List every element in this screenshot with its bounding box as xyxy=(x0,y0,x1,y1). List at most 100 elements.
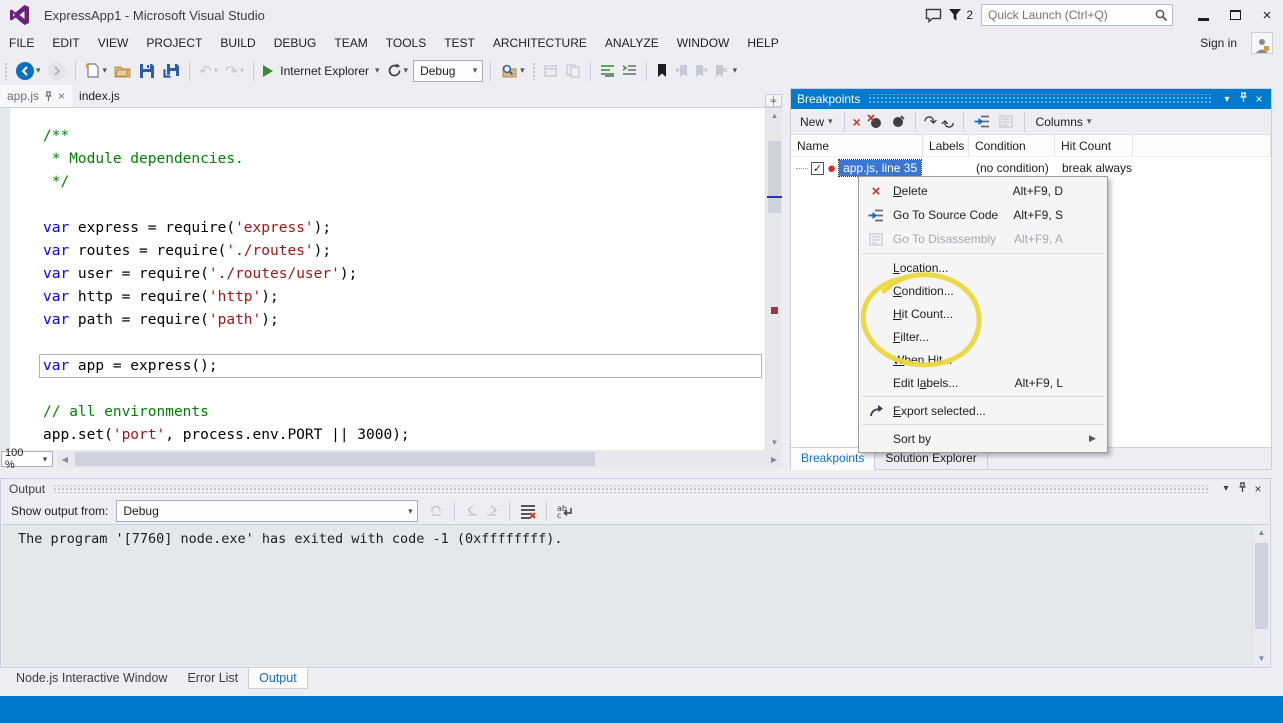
output-source-combo[interactable]: Debug ▾ xyxy=(116,500,418,522)
scroll-left-button[interactable]: ◀ xyxy=(57,455,73,464)
menu-item-delete[interactable]: ×DeleteAlt+F9, D xyxy=(859,179,1107,203)
save-button[interactable] xyxy=(137,59,157,83)
quick-launch-box[interactable] xyxy=(981,4,1173,26)
toolbar-grip[interactable] xyxy=(532,62,537,80)
menu-build[interactable]: BUILD xyxy=(211,30,264,56)
go-to-source-code-button[interactable] xyxy=(972,110,992,134)
window-position-dropdown-icon[interactable]: ▾ xyxy=(1219,94,1235,105)
output-vertical-scrollbar[interactable]: ▲ ▼ xyxy=(1252,525,1269,666)
window-tab-output[interactable]: Output xyxy=(248,668,308,689)
tab-index-js[interactable]: index.js xyxy=(72,85,127,107)
dropdown-arrow-icon[interactable]: ▾ xyxy=(36,65,41,76)
menu-file[interactable]: FILE xyxy=(0,30,43,56)
breakpoint-margin[interactable] xyxy=(0,108,10,450)
menu-debug[interactable]: DEBUG xyxy=(265,30,326,56)
sign-in-button[interactable]: Sign in xyxy=(1200,36,1237,50)
quick-launch-input[interactable] xyxy=(988,8,1154,22)
close-tab-icon[interactable]: × xyxy=(58,89,65,103)
splitter-handle[interactable]: ╪ xyxy=(765,94,782,107)
menu-item-sort-by[interactable]: Sort by▶ xyxy=(859,427,1107,450)
navigate-backward-button[interactable]: ▾ xyxy=(14,59,43,83)
scroll-right-button[interactable]: ▶ xyxy=(766,455,782,464)
menu-tools[interactable]: TOOLS xyxy=(377,30,435,56)
new-file-button[interactable]: ▾ xyxy=(83,59,110,83)
menu-item-filter[interactable]: Filter... xyxy=(859,325,1107,348)
menu-team[interactable]: TEAM xyxy=(325,30,376,56)
toolbar-grip[interactable] xyxy=(4,62,9,80)
editor-horizontal-scrollbar[interactable]: ◀ ▶ xyxy=(57,450,782,468)
minimize-button[interactable] xyxy=(1187,0,1219,30)
import-breakpoints-icon[interactable]: ↶ xyxy=(941,112,954,132)
code-area[interactable]: /** * Module dependencies. */ var expres… xyxy=(10,108,765,450)
pin-icon[interactable] xyxy=(44,91,53,102)
open-file-button[interactable] xyxy=(112,59,134,83)
menu-item-location[interactable]: Location... xyxy=(859,256,1107,279)
comment-lines-button[interactable] xyxy=(598,59,617,83)
window-tab-node.js-interactive-window[interactable]: Node.js Interactive Window xyxy=(6,668,177,688)
close-button[interactable]: × xyxy=(1251,0,1283,30)
delete-breakpoint-button[interactable]: × xyxy=(853,114,861,130)
scroll-up-button[interactable]: ▲ xyxy=(1253,525,1270,540)
dropdown-arrow-icon[interactable]: ▾ xyxy=(103,65,108,76)
feedback-icon[interactable] xyxy=(920,2,946,28)
toolbar-overflow-icon[interactable]: ▾ xyxy=(733,65,738,76)
breakpoints-title-bar[interactable]: Breakpoints ▾ × xyxy=(791,89,1271,109)
user-avatar-icon[interactable] xyxy=(1251,32,1273,54)
columns-button[interactable]: Columns ▾ xyxy=(1033,115,1095,129)
output-title-bar[interactable]: Output ▾ × xyxy=(1,479,1270,498)
close-panel-icon[interactable]: × xyxy=(1250,482,1266,496)
window-position-dropdown-icon[interactable]: ▾ xyxy=(1218,483,1234,494)
window-tab-error-list[interactable]: Error List xyxy=(177,668,248,688)
export-breakpoints-icon[interactable]: ↷ xyxy=(924,112,937,132)
notifications-filter-icon[interactable] xyxy=(946,2,964,28)
tab-app-js[interactable]: app.js × xyxy=(0,85,72,107)
save-all-button[interactable] xyxy=(160,59,182,83)
menu-item-edit-labels[interactable]: Edit labels...Alt+F9, L xyxy=(859,371,1107,394)
scroll-down-button[interactable]: ▼ xyxy=(766,435,783,450)
breakpoint-enabled-checkbox[interactable]: ✓ xyxy=(811,162,824,175)
code-editor[interactable]: /** * Module dependencies. */ var expres… xyxy=(0,107,782,450)
scrollbar-thumb[interactable] xyxy=(75,452,595,466)
refresh-button[interactable]: ▾ xyxy=(385,59,411,83)
menu-view[interactable]: VIEW xyxy=(89,30,138,56)
start-debug-button[interactable]: Internet Explorer ▾ xyxy=(261,59,381,83)
clear-all-icon[interactable] xyxy=(520,504,536,519)
menu-help[interactable]: HELP xyxy=(738,30,787,56)
column-header-name[interactable]: Name xyxy=(791,135,923,157)
menu-window[interactable]: WINDOW xyxy=(668,30,739,56)
menu-item-when-hit[interactable]: When Hit... xyxy=(859,348,1107,371)
menu-edit[interactable]: EDIT xyxy=(43,30,88,56)
new-breakpoint-button[interactable]: New ▾ xyxy=(797,115,836,129)
close-panel-icon[interactable]: × xyxy=(1251,92,1267,106)
scroll-down-button[interactable]: ▼ xyxy=(1253,651,1270,666)
scrollbar-thumb[interactable] xyxy=(768,141,781,213)
menu-item-go-to-source-code[interactable]: Go To Source CodeAlt+F9, S xyxy=(859,203,1107,227)
bookmark-icon xyxy=(656,63,668,78)
menu-architecture[interactable]: ARCHITECTURE xyxy=(484,30,596,56)
menu-test[interactable]: TEST xyxy=(435,30,484,56)
auto-hide-pin-icon[interactable] xyxy=(1234,482,1250,496)
toggle-bookmark-button[interactable] xyxy=(654,59,670,83)
disable-all-breakpoints-button[interactable] xyxy=(889,110,907,134)
maximize-button[interactable] xyxy=(1219,0,1251,30)
menu-analyze[interactable]: ANALYZE xyxy=(596,30,668,56)
output-log[interactable]: The program '[7760] node.exe' has exited… xyxy=(2,524,1269,666)
delete-all-breakpoints-button[interactable] xyxy=(865,110,885,134)
uncomment-lines-button[interactable] xyxy=(620,59,639,83)
solution-configuration-combo[interactable]: Debug ▾ xyxy=(413,60,483,82)
scroll-up-button[interactable]: ▲ xyxy=(766,108,783,123)
column-header-condition[interactable]: Condition xyxy=(969,135,1055,157)
column-header-labels[interactable]: Labels xyxy=(923,135,969,157)
column-header-hit-count[interactable]: Hit Count xyxy=(1055,135,1133,157)
scrollbar-thumb[interactable] xyxy=(1255,543,1268,629)
zoom-level-combo[interactable]: 100 % ▾ xyxy=(1,451,53,467)
breakpoint-name[interactable]: app.js, line 35 xyxy=(839,160,921,176)
menu-project[interactable]: PROJECT xyxy=(137,30,211,56)
editor-vertical-scrollbar[interactable]: ╪ ▲ ▼ xyxy=(765,108,782,450)
menu-item-condition[interactable]: Condition... xyxy=(859,279,1107,302)
find-in-files-button[interactable]: ▾ xyxy=(498,59,527,83)
menu-item-export-selected[interactable]: Export selected... xyxy=(859,399,1107,422)
auto-hide-pin-icon[interactable] xyxy=(1235,92,1251,106)
word-wrap-icon[interactable]: abc xyxy=(557,504,574,519)
menu-item-hit-count[interactable]: Hit Count... xyxy=(859,302,1107,325)
